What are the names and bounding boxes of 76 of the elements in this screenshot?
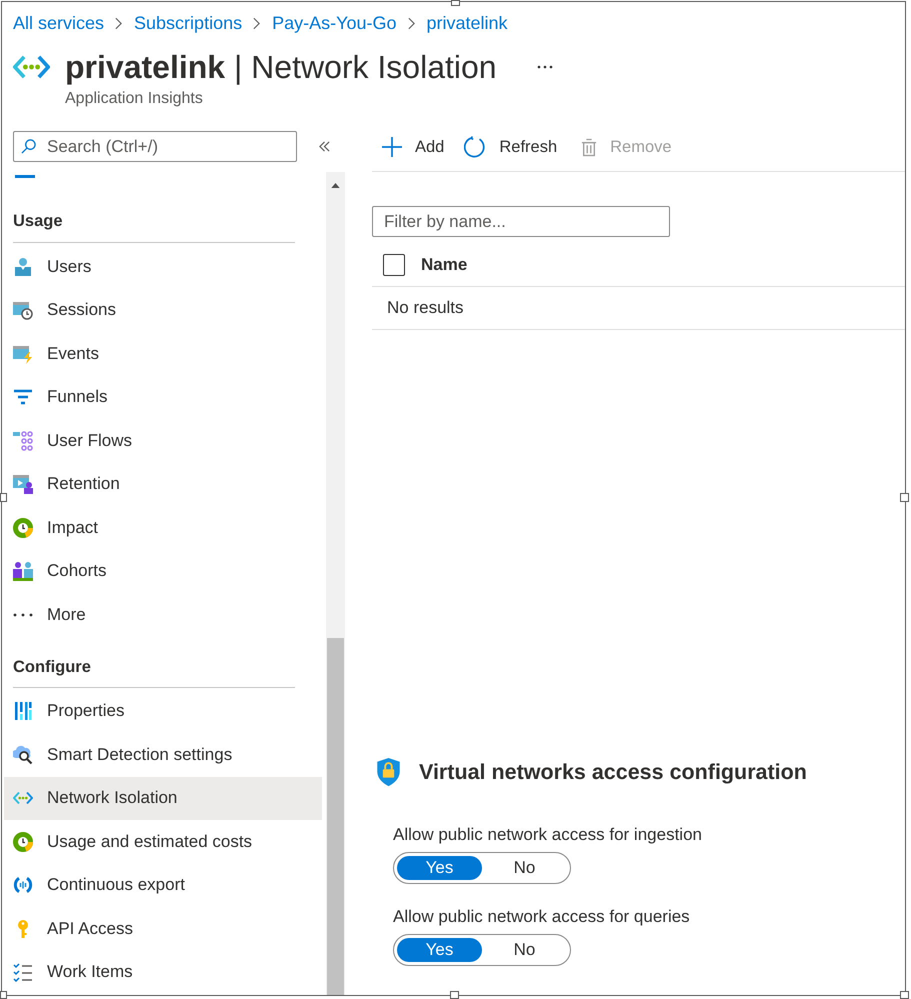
toolbar-button[interactable]: Add <box>372 129 454 165</box>
sidebar-item[interactable]: More <box>4 593 322 636</box>
breadcrumb-link[interactable]: Pay-As-You-Go <box>272 12 396 34</box>
sidebar-item[interactable]: Impact <box>4 506 322 550</box>
sidebar-item[interactable]: Usage and estimated costs <box>4 820 322 864</box>
window-clock-icon <box>13 300 33 320</box>
checklist-icon <box>13 962 33 982</box>
toolbar-button[interactable]: Refresh <box>454 129 568 165</box>
people-icon <box>13 561 33 582</box>
funnel-icon <box>13 387 33 408</box>
window-lightning-icon <box>13 344 33 364</box>
toggle-option[interactable]: No <box>482 938 567 962</box>
more-icon <box>13 612 33 617</box>
cloud-magnifier-icon <box>13 744 33 765</box>
checkbox[interactable] <box>383 254 405 276</box>
page-subtitle: Application Insights <box>65 89 203 109</box>
chevron-icon <box>408 16 414 30</box>
breadcrumb-link[interactable]: Subscriptions <box>134 12 242 34</box>
refresh-icon <box>464 136 486 158</box>
sidebar-item[interactable]: Network Isolation <box>4 776 322 820</box>
toggle-option[interactable]: No <box>482 856 567 880</box>
window-person-icon <box>13 474 33 494</box>
sidebar-item[interactable]: Work Items <box>4 950 322 994</box>
filter-field[interactable]: Filter by name... <box>372 206 670 237</box>
flow-grid-icon <box>13 430 33 451</box>
breadcrumb-link[interactable]: privatelink <box>426 12 508 34</box>
segmented-toggle[interactable]: Yes No <box>393 934 571 966</box>
sidebar-item[interactable]: Smart Detection settings <box>4 733 322 776</box>
sidebar-item[interactable]: Continuous export <box>4 864 322 907</box>
sidebar-item[interactable]: Sessions <box>4 288 322 332</box>
scrollbar-thumb[interactable] <box>327 638 344 995</box>
bars-icon <box>13 701 33 722</box>
setting-label: Allow public network access for ingestion <box>393 825 702 845</box>
toggle-option[interactable]: Yes <box>397 856 482 880</box>
section-heading: Usage <box>13 211 63 232</box>
column-header[interactable]: Name <box>421 254 468 274</box>
more-icon[interactable] <box>536 65 553 69</box>
sidebar-item[interactable]: Cohorts <box>4 550 322 593</box>
resize-handle[interactable] <box>0 493 7 502</box>
bar-icon <box>15 175 35 178</box>
page-title: privatelink | Network Isolation <box>65 48 497 87</box>
ring-clock-icon <box>13 518 33 538</box>
resize-handle[interactable] <box>451 0 460 6</box>
toggle-option[interactable]: Yes <box>397 938 482 962</box>
double-chevron-icon[interactable] <box>319 141 330 152</box>
sidebar-item[interactable]: Funnels <box>4 376 322 419</box>
sidebar-item[interactable]: API Access <box>4 907 322 950</box>
sidebar-item[interactable]: Properties <box>4 690 322 733</box>
breadcrumb-link[interactable]: All services <box>13 12 104 34</box>
section-title: Virtual networks access configuration <box>419 760 807 784</box>
resize-handle[interactable] <box>450 991 459 999</box>
search-icon <box>21 139 36 154</box>
chevron-icon <box>115 16 122 30</box>
search-field[interactable]: Search (Ctrl+/) <box>13 131 297 162</box>
round-brackets-icon <box>13 875 33 896</box>
shield-lock-icon <box>375 757 402 787</box>
chevron-icon <box>253 16 260 30</box>
section-heading: Configure <box>13 656 91 678</box>
ring-clock-icon <box>13 832 33 852</box>
setting-label: Allow public network access for queries <box>393 907 690 927</box>
scroll-up-icon[interactable] <box>331 183 340 188</box>
plus-icon <box>382 137 402 157</box>
scrollbar[interactable] <box>326 172 345 995</box>
code-brackets-icon <box>13 791 33 806</box>
resize-handle[interactable] <box>0 991 7 999</box>
resize-handle[interactable] <box>900 493 909 502</box>
resize-handle[interactable] <box>900 991 909 999</box>
segmented-toggle[interactable]: Yes No <box>393 852 571 884</box>
sidebar-item[interactable]: Events <box>4 332 322 376</box>
person-icon <box>13 256 33 277</box>
code-brackets-icon <box>13 54 50 80</box>
empty-message: No results <box>387 298 464 318</box>
sidebar-item[interactable]: Users <box>4 245 322 288</box>
sidebar-item[interactable]: Retention <box>4 462 322 506</box>
trash-icon <box>581 138 598 156</box>
sidebar-item[interactable]: User Flows <box>4 419 322 462</box>
